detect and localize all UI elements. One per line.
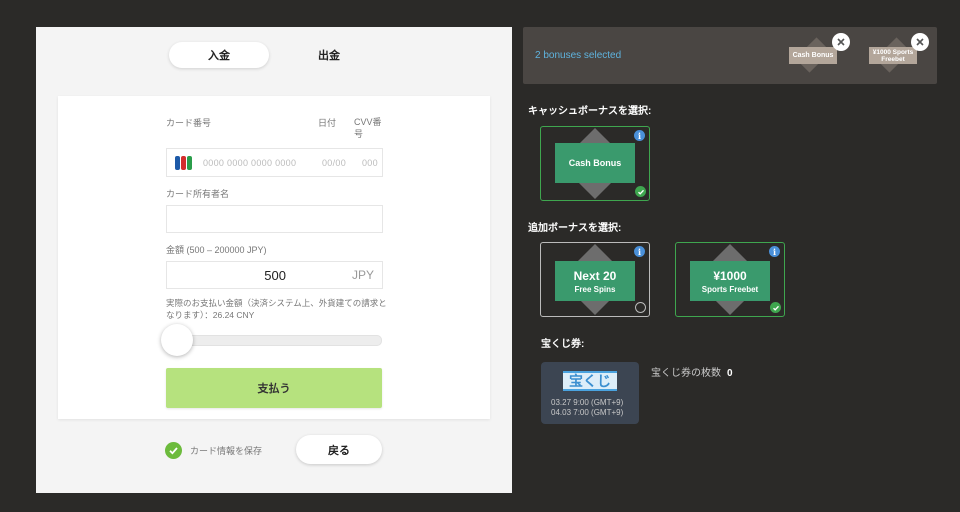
selected-count-text: 2 bonuses selected xyxy=(535,50,622,61)
info-icon[interactable]: i xyxy=(769,246,780,257)
unselected-radio-icon xyxy=(635,302,646,313)
bonus-card-sports-freebet[interactable]: ¥1000 Sports Freebet i xyxy=(675,242,785,317)
card-number-label: カード番号 xyxy=(166,118,212,128)
info-icon[interactable]: i xyxy=(634,246,645,257)
card-number-placeholder: 0000 0000 0000 0000 xyxy=(203,158,297,168)
extra-bonus-title: 追加ボーナスを選択: xyxy=(528,223,622,234)
payment-tabs: 入金 出金 xyxy=(169,42,379,68)
payment-panel: 入金 出金 カード番号 日付 CVV番号 0000 0000 0000 0000… xyxy=(36,27,512,493)
bonus-free-spins-label: Next 20 Free Spins xyxy=(555,261,635,301)
amount-field[interactable]: 500 JPY xyxy=(166,261,383,289)
cvv-label: CVV番号 xyxy=(354,117,382,139)
tab-deposit[interactable]: 入金 xyxy=(169,42,269,68)
close-icon[interactable] xyxy=(911,33,929,51)
lottery-count-label: 宝くじ券の枚数 xyxy=(651,368,721,379)
cash-bonus-title: キャッシュボーナスを選択: xyxy=(528,106,652,117)
bonus-card-cash[interactable]: Cash Bonus i xyxy=(540,126,650,201)
lottery-count-value: 0 xyxy=(727,368,733,379)
bonus-card-free-spins[interactable]: Next 20 Free Spins i xyxy=(540,242,650,317)
bonus-sports-freebet-label: ¥1000 Sports Freebet xyxy=(690,261,770,301)
lottery-ticket-title: 宝くじ xyxy=(563,371,617,391)
selected-check-icon xyxy=(770,302,781,313)
cvv-placeholder: 000 xyxy=(362,158,378,168)
lottery-ticket: 宝くじ 03.27 9:00 (GMT+9) 04.03 7:00 (GMT+9… xyxy=(541,362,639,424)
back-button[interactable]: 戻る xyxy=(296,435,382,464)
amount-value: 500 xyxy=(264,268,286,283)
amount-slider-track[interactable] xyxy=(166,335,382,346)
close-icon[interactable] xyxy=(832,33,850,51)
holder-label: カード所有者名 xyxy=(166,189,230,199)
selected-bonuses-bar: 2 bonuses selected Cash Bonus ¥1000 Spor… xyxy=(523,27,937,84)
lottery-count: 宝くじ券の枚数 0 xyxy=(651,364,733,379)
card-form: カード番号 日付 CVV番号 0000 0000 0000 0000 00/00… xyxy=(58,96,490,419)
date-placeholder: 00/00 xyxy=(322,158,347,168)
payment-note: 実際のお支払い金額（決済システム上、外貨建ての請求となります）：26.24 CN… xyxy=(166,298,387,320)
lottery-date-start: 03.27 9:00 (GMT+9) xyxy=(551,398,624,407)
selected-bonus-cash: Cash Bonus xyxy=(789,37,837,73)
holder-name-field[interactable] xyxy=(166,205,383,233)
amount-slider-thumb[interactable] xyxy=(161,324,193,356)
selected-bonus-freebet-label: ¥1000 Sports Freebet xyxy=(869,47,917,64)
save-card-toggle[interactable]: カード情報を保存 xyxy=(165,441,262,459)
tab-withdraw[interactable]: 出金 xyxy=(279,42,379,68)
amount-label: 金額 (500 – 200000 JPY) xyxy=(166,245,267,255)
save-card-label: カード情報を保存 xyxy=(190,445,263,456)
lottery-title: 宝くじ券: xyxy=(541,339,585,350)
date-label: 日付 xyxy=(318,118,337,128)
amount-currency: JPY xyxy=(351,268,374,282)
selected-bonus-freebet: ¥1000 Sports Freebet xyxy=(869,37,917,73)
info-icon[interactable]: i xyxy=(634,130,645,141)
checkmark-icon xyxy=(165,441,182,459)
lottery-date-end: 04.03 7:00 (GMT+9) xyxy=(551,408,624,417)
jcb-logo-icon xyxy=(175,156,193,170)
selected-check-icon xyxy=(635,186,646,197)
bonus-cash-label: Cash Bonus xyxy=(555,143,635,183)
card-number-field[interactable]: 0000 0000 0000 0000 00/00 000 xyxy=(166,148,383,177)
selected-bonus-cash-label: Cash Bonus xyxy=(789,47,837,64)
pay-button[interactable]: 支払う xyxy=(166,368,382,408)
